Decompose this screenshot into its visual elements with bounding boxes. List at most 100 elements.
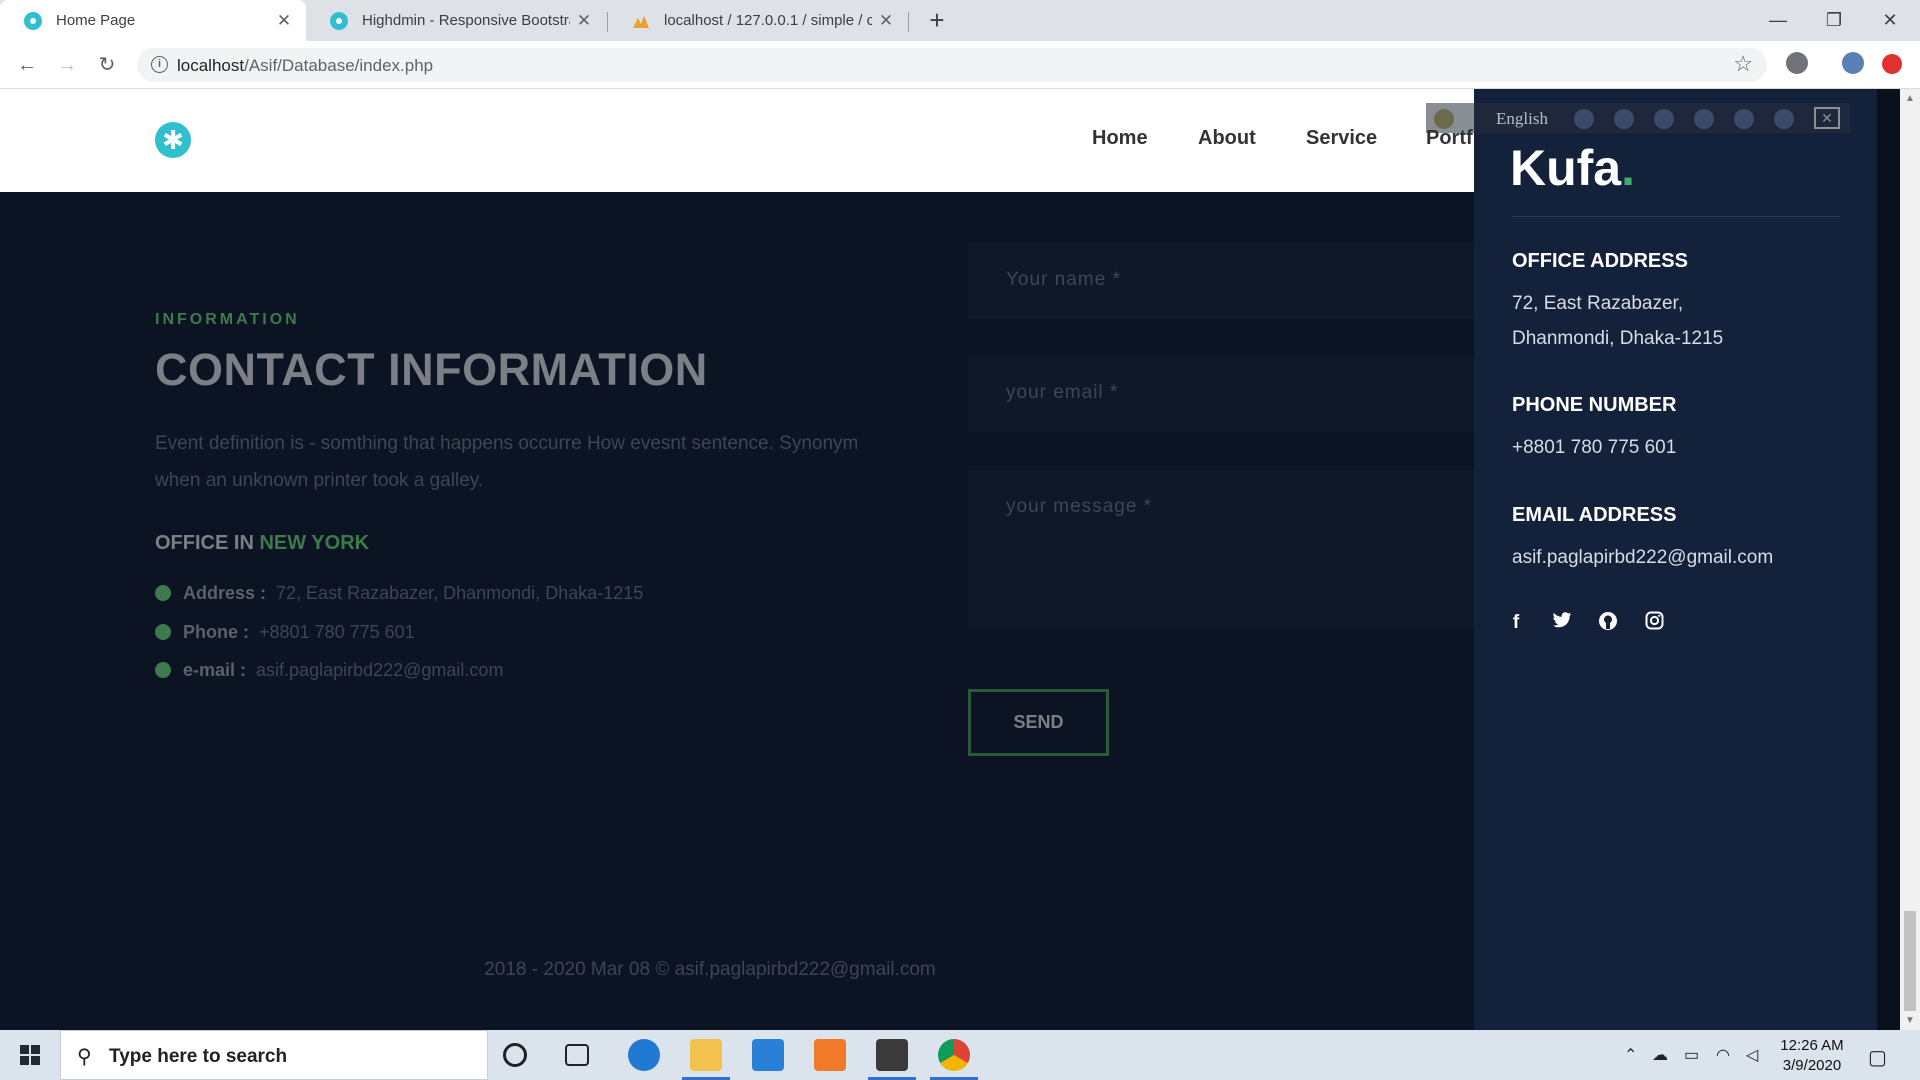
contact-label: Phone :: [183, 622, 249, 642]
site-favicon-icon: [330, 11, 348, 30]
profile-avatar[interactable]: [1842, 52, 1864, 74]
address-bar[interactable]: i localhost/Asif/Database/index.php ☆: [137, 48, 1767, 82]
battery-icon[interactable]: ▭: [1684, 1045, 1699, 1065]
tab-highdmin[interactable]: Highdmin - Responsive Bootstrap ✕: [306, 0, 606, 41]
window-close-icon[interactable]: ✕: [1862, 0, 1918, 41]
brand-dot: .: [1621, 140, 1636, 196]
forward-icon[interactable]: →: [52, 50, 82, 80]
office-city: NEW YORK: [259, 532, 370, 554]
mail-icon[interactable]: [752, 1039, 784, 1071]
tab-home-page[interactable]: Home Page ✕: [0, 0, 306, 41]
new-tab-button[interactable]: +: [922, 6, 952, 36]
twitter-icon[interactable]: [1550, 611, 1574, 635]
restore-icon[interactable]: ❐: [1806, 0, 1862, 41]
office-heading: OFFICE IN NEW YORK: [155, 532, 369, 555]
web-page: ✱ Home About Service Portf INFORMATION C…: [0, 89, 1900, 1030]
page-scrollbar[interactable]: ▲ ▼: [1900, 89, 1920, 1030]
github-icon[interactable]: [1596, 611, 1620, 635]
instagram-icon[interactable]: [1642, 611, 1666, 635]
name-field[interactable]: Your name *: [968, 243, 1474, 319]
scroll-down-icon[interactable]: ▼: [1905, 1015, 1915, 1026]
file-explorer-icon[interactable]: [682, 1039, 730, 1080]
notification-center-icon[interactable]: ▢: [1868, 1045, 1887, 1070]
scroll-up-icon[interactable]: ▲: [1905, 93, 1915, 104]
contact-address-row: Address : 72, East Razabazer, Dhanmondi, …: [155, 583, 643, 604]
office-address-heading: OFFICE ADDRESS: [1512, 250, 1688, 272]
taskbar-search[interactable]: ⚲ Type here to search: [60, 1030, 488, 1080]
tab-title: localhost / 127.0.0.1 / simple / co: [664, 12, 872, 29]
phpmyadmin-icon: [633, 15, 649, 28]
scroll-thumb[interactable]: [1904, 911, 1916, 1011]
translate-dropdown-icon[interactable]: [1574, 109, 1594, 129]
translate-logo-icon: [1434, 109, 1454, 129]
tray-chevron-icon[interactable]: ⌃: [1624, 1045, 1637, 1065]
minimize-icon[interactable]: —: [1750, 0, 1806, 41]
phone-heading: PHONE NUMBER: [1512, 394, 1677, 416]
system-clock[interactable]: 12:26 AM 3/9/2020: [1772, 1036, 1852, 1076]
tab-close-icon[interactable]: ✕: [270, 11, 298, 31]
translate-tool-icon[interactable]: [1694, 109, 1714, 129]
phone-number: +8801 780 775 601: [1512, 437, 1677, 458]
tab-phpmyadmin[interactable]: localhost / 127.0.0.1 / simple / co ✕: [608, 0, 908, 41]
send-button[interactable]: SEND: [968, 689, 1109, 756]
cortana-icon[interactable]: [503, 1043, 527, 1067]
clock-time: 12:26 AM: [1780, 1037, 1844, 1054]
edge-icon[interactable]: [628, 1039, 660, 1071]
volume-icon[interactable]: ◁: [1746, 1045, 1758, 1065]
facebook-icon[interactable]: f: [1504, 611, 1528, 635]
contact-phone-row: Phone : +8801 780 775 601: [155, 622, 415, 643]
office-address-line2: Dhanmondi, Dhaka-1215: [1512, 328, 1724, 349]
contact-value: +8801 780 775 601: [259, 622, 415, 642]
extension-m-icon[interactable]: [1786, 52, 1808, 74]
task-view-icon[interactable]: [565, 1044, 589, 1066]
message-field[interactable]: your message *: [968, 470, 1474, 630]
site-logo[interactable]: ✱: [155, 122, 191, 158]
windows-taskbar: ⚲ Type here to search ⌃ ☁ ▭ ◠ ◁ 12:26 AM…: [0, 1030, 1920, 1080]
contact-value: asif.paglapirbd222@gmail.com: [256, 660, 504, 680]
email-field[interactable]: your email *: [968, 356, 1474, 432]
contact-label: e-mail :: [183, 660, 247, 680]
section-title: CONTACT INFORMATION: [155, 344, 708, 395]
extension-red-icon[interactable]: [1882, 54, 1902, 74]
clock-date: 3/9/2020: [1782, 1057, 1842, 1074]
globe-icon: [155, 662, 171, 678]
brand-name: Kufa: [1510, 140, 1622, 196]
tab-close-icon[interactable]: ✕: [872, 11, 900, 31]
reload-icon[interactable]: ↻: [92, 50, 122, 80]
email-address: asif.paglapirbd222@gmail.com: [1512, 547, 1774, 568]
bookmark-star-icon[interactable]: ☆: [1733, 51, 1753, 77]
nav-home[interactable]: Home: [1092, 127, 1148, 150]
sublime-text-icon[interactable]: [868, 1039, 916, 1080]
help-icon[interactable]: [1774, 109, 1794, 129]
office-prefix: OFFICE IN: [155, 532, 254, 554]
tab-close-icon[interactable]: ✕: [570, 11, 598, 31]
office-address-line1: 72, East Razabazer,: [1512, 293, 1684, 314]
translate-tool-icon[interactable]: [1654, 109, 1674, 129]
translate-close-icon[interactable]: ✕: [1814, 107, 1840, 129]
onedrive-icon[interactable]: ☁: [1652, 1045, 1668, 1065]
email-heading: EMAIL ADDRESS: [1512, 504, 1677, 526]
wifi-icon[interactable]: ◠: [1716, 1045, 1730, 1065]
xampp-icon[interactable]: [814, 1039, 846, 1071]
tab-title: Home Page: [56, 12, 136, 29]
nav-service[interactable]: Service: [1306, 127, 1377, 150]
start-button[interactable]: [0, 1030, 60, 1080]
nav-about[interactable]: About: [1198, 127, 1256, 150]
contact-label: Address :: [183, 583, 267, 603]
chrome-icon[interactable]: [930, 1039, 978, 1080]
site-info-icon[interactable]: i: [151, 56, 168, 73]
search-placeholder: Type here to search: [109, 1046, 288, 1067]
tab-separator: [908, 12, 909, 32]
headphones-icon: [155, 624, 171, 640]
section-label: INFORMATION: [155, 311, 300, 328]
search-icon: ⚲: [77, 1046, 92, 1068]
translate-language-select[interactable]: English: [1496, 109, 1548, 129]
translate-tool-icon[interactable]: [1734, 109, 1754, 129]
site-header: ✱ Home About Service Portf: [0, 89, 1474, 192]
section-description: Event definition is - somthing that happ…: [155, 433, 859, 491]
back-icon[interactable]: ←: [12, 50, 42, 80]
footer-text: 2018 - 2020 Mar 08 © asif.paglapirbd222@…: [484, 959, 936, 980]
url-text[interactable]: localhost/Asif/Database/index.php: [177, 56, 433, 76]
panel-divider: [1512, 216, 1840, 217]
translate-tool-icon[interactable]: [1614, 109, 1634, 129]
